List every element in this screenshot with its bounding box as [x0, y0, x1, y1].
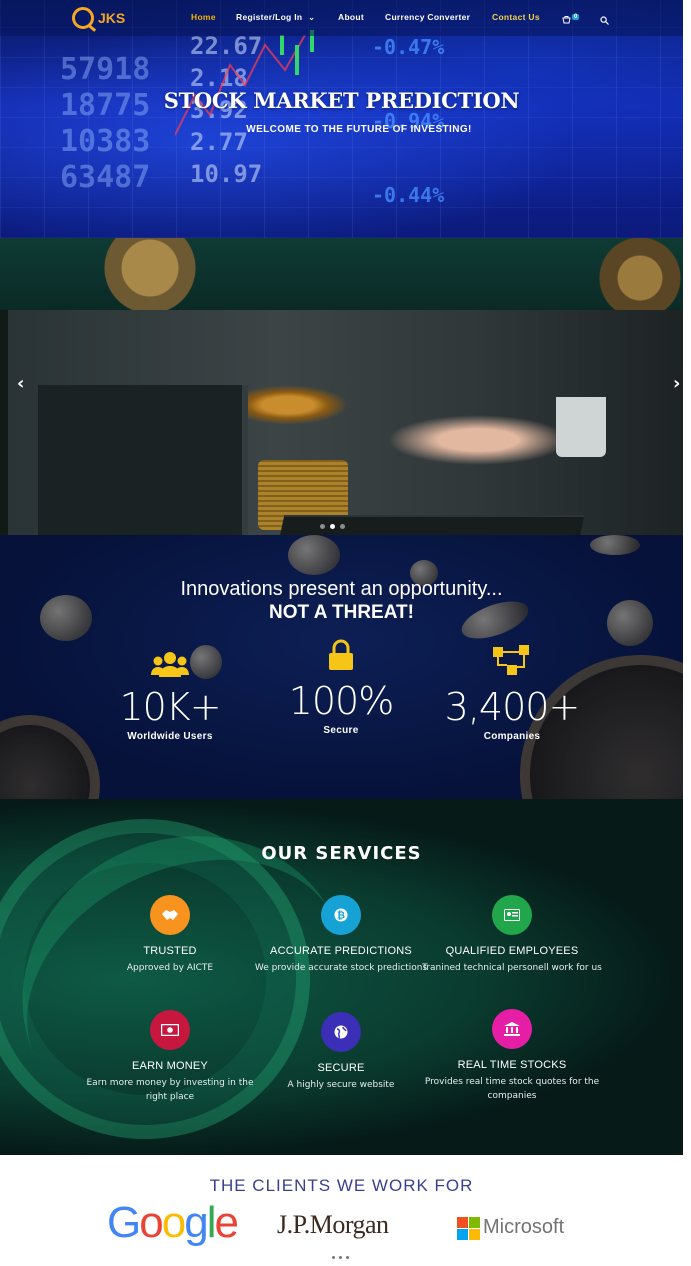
chevron-down-icon: ⌄ [308, 12, 316, 22]
service-trusted: TRUSTED Approved by AICTE [80, 895, 260, 975]
carousel-dot[interactable] [320, 524, 325, 529]
microsoft-wordmark: Microsoft [483, 1216, 565, 1238]
stats-heading-bold: NOT A THREAT! [269, 602, 414, 623]
google-letter: e [214, 1198, 239, 1247]
service-real-time-stocks: REAL TIME STOCKS Provides real time stoc… [422, 1009, 602, 1103]
service-accurate-predictions-desc: We provide accurate stock predictions [254, 963, 428, 973]
logo-q-icon [72, 7, 94, 29]
image-carousel: ‹ › [0, 238, 683, 535]
service-accurate-predictions-name: ACCURATE PREDICTIONS [270, 945, 412, 957]
google-letter: o [139, 1198, 164, 1247]
svg-text:₿: ₿ [337, 910, 345, 922]
search-icon [600, 16, 609, 25]
service-real-time-stocks-name: REAL TIME STOCKS [457, 1059, 567, 1071]
service-secure: SECURE A highly secure website [251, 1012, 431, 1092]
carousel-slide-image [8, 310, 683, 535]
service-earn-money-desc: Earn more money by investing in the righ… [86, 1078, 254, 1102]
carousel-top-image [0, 238, 683, 310]
nav-item-about[interactable]: About [338, 12, 364, 22]
clients-dot[interactable] [332, 1256, 335, 1259]
client-logo-microsoft[interactable]: Microsoft [457, 1216, 565, 1240]
microsoft-icon [457, 1216, 480, 1240]
services-section: OUR SERVICES TRUSTED Approved by AICTE ₿… [0, 799, 683, 1155]
users-icon [80, 647, 260, 677]
nav-item-home[interactable]: Home [191, 12, 216, 22]
stat-companies-label: Companies [483, 731, 541, 742]
page: 57918 18775 10383 63487 22.67 2.18 3.92 … [0, 0, 691, 1266]
hero-banner: 57918 18775 10383 63487 22.67 2.18 3.92 … [0, 0, 683, 238]
service-secure-desc: A highly secure website [287, 1080, 395, 1090]
service-trusted-name: TRUSTED [143, 945, 197, 957]
google-letter: g [184, 1198, 209, 1247]
stat-companies-value: 3,400+ [444, 685, 581, 729]
client-logo-jpmorgan[interactable]: J.P.Morgan [277, 1210, 389, 1240]
carousel-dot[interactable] [340, 524, 345, 529]
hero-ticker-right: -0.47% -0.94% -0.44% [372, 35, 445, 207]
stats-heading: Innovations present an opportunity... [180, 578, 503, 600]
nav-item-register-login-label: Register/Log In [236, 12, 303, 22]
stat-users-value: 10K+ [119, 685, 221, 729]
carousel-dots [320, 524, 345, 529]
google-letter: o [161, 1198, 187, 1247]
stat-users-label: Worldwide Users [127, 731, 213, 742]
nav-item-currency-converter[interactable]: Currency Converter [385, 12, 470, 22]
carousel-next-button[interactable]: › [673, 373, 680, 394]
service-earn-money-name: EARN MONEY [132, 1060, 208, 1072]
cart-icon [562, 16, 571, 24]
service-accurate-predictions: ₿ ACCURATE PREDICTIONS We provide accura… [251, 895, 431, 975]
handshake-icon [150, 895, 190, 935]
cart-button[interactable]: 0 [562, 11, 580, 24]
service-trusted-desc: Approved by AICTE [126, 963, 214, 973]
cart-count-badge: 0 [572, 14, 580, 20]
clients-carousel-dots [332, 1256, 349, 1259]
stat-companies: 3,400+ Companies [422, 645, 602, 742]
stat-secure: 100% Secure [251, 639, 431, 736]
services-title: OUR SERVICES [261, 843, 422, 864]
globe-icon [321, 1012, 361, 1052]
slide-monitor-graphic [38, 385, 248, 535]
id-card-icon [492, 895, 532, 935]
slide-keyboard-graphic [271, 515, 585, 535]
search-button[interactable] [600, 12, 609, 25]
clients-section: THE CLIENTS WE WORK FOR Google J.P.Morga… [0, 1155, 691, 1266]
bg-coin [590, 535, 640, 555]
carousel-prev-button[interactable]: ‹ [17, 373, 24, 394]
stat-secure-value: 100% [288, 679, 395, 723]
stat-users: 10K+ Worldwide Users [80, 647, 260, 742]
slide-cup-graphic [556, 397, 606, 457]
site-logo[interactable]: JKS [72, 6, 128, 30]
service-secure-name: SECURE [317, 1062, 365, 1074]
service-qualified-employees: QUALIFIED EMPLOYEES Tranined technical p… [422, 895, 602, 975]
service-real-time-stocks-desc: Provides real time stock quotes for the … [424, 1077, 600, 1101]
carousel-dot-active[interactable] [330, 524, 335, 529]
lock-icon [251, 639, 431, 671]
service-qualified-employees-desc: Tranined technical personell work for us [422, 963, 602, 973]
service-qualified-employees-name: QUALIFIED EMPLOYEES [445, 945, 579, 957]
stats-section: Innovations present an opportunity... NO… [0, 535, 683, 799]
bg-coin [288, 535, 340, 575]
clients-dot[interactable] [339, 1256, 342, 1259]
clients-title: THE CLIENTS WE WORK FOR [209, 1176, 474, 1195]
logo-text: JKS [98, 10, 126, 26]
google-letter: G [107, 1198, 141, 1247]
hero-subtitle: WELCOME TO THE FUTURE OF INVESTING! [246, 124, 472, 135]
money-icon [150, 1010, 190, 1050]
stat-secure-label: Secure [323, 725, 359, 736]
nav-item-register-login[interactable]: Register/Log In ⌄ [236, 12, 315, 23]
top-navigation: JKS Home Register/Log In ⌄ About Currenc… [0, 0, 683, 36]
hero-title: STOCK MARKET PREDICTION [163, 88, 520, 113]
nav-item-contact-us[interactable]: Contact Us [492, 12, 540, 22]
service-earn-money: EARN MONEY Earn more money by investing … [80, 1010, 260, 1104]
bank-icon [492, 1009, 532, 1049]
network-icon [422, 645, 602, 677]
bitcoin-icon: ₿ [321, 895, 361, 935]
client-logo-google[interactable]: Google [107, 1198, 239, 1247]
clients-dot[interactable] [346, 1256, 349, 1259]
